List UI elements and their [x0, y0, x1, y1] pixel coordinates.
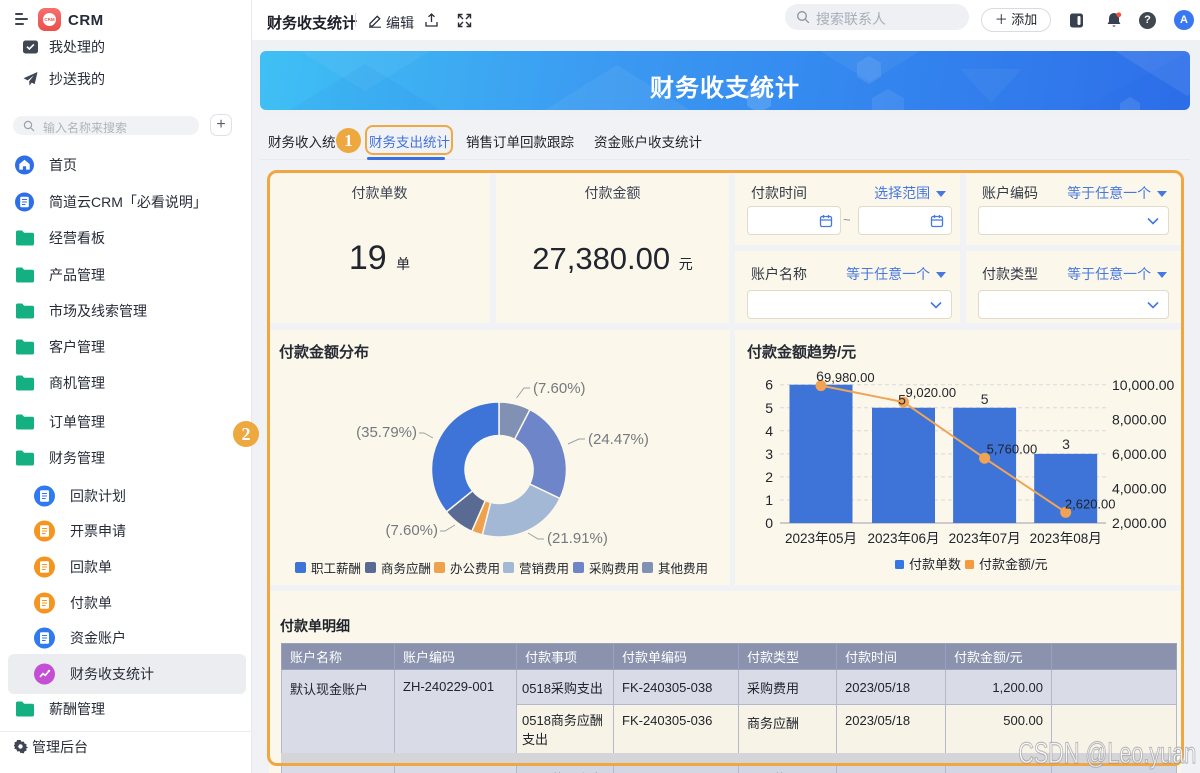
svg-text:(21.91%): (21.91%): [547, 530, 608, 547]
svg-text:6,000.00: 6,000.00: [1112, 446, 1167, 462]
svg-text:6: 6: [765, 377, 773, 393]
svg-text:2023年07月: 2023年07月: [949, 531, 1021, 546]
svg-text:6: 6: [816, 368, 824, 384]
svg-text:4,000.00: 4,000.00: [1112, 481, 1167, 497]
svg-text:3: 3: [765, 446, 773, 462]
svg-text:其他费用: 其他费用: [658, 562, 708, 576]
svg-text:5: 5: [765, 400, 773, 416]
svg-text:付款单数: 付款单数: [909, 557, 961, 572]
svg-text:2023年05月: 2023年05月: [785, 531, 857, 546]
svg-text:2023年06月: 2023年06月: [867, 531, 939, 546]
svg-text:10,000.00: 10,000.00: [1112, 377, 1174, 393]
svg-text:2: 2: [765, 469, 773, 485]
svg-text:商务应酬: 商务应酬: [381, 561, 431, 576]
svg-text:付款金额/元: 付款金额/元: [979, 557, 1048, 572]
svg-text:4: 4: [765, 423, 773, 439]
svg-text:9,020.00: 9,020.00: [906, 385, 957, 400]
svg-text:营销费用: 营销费用: [519, 562, 569, 576]
svg-text:9,980.00: 9,980.00: [824, 370, 875, 385]
svg-text:1: 1: [765, 492, 773, 508]
svg-text:8,000.00: 8,000.00: [1112, 412, 1167, 428]
svg-text:(35.79%): (35.79%): [356, 424, 417, 441]
svg-text:2,620.00: 2,620.00: [1065, 497, 1116, 512]
svg-text:办公费用: 办公费用: [450, 561, 500, 576]
svg-text:5,760.00: 5,760.00: [987, 442, 1038, 457]
svg-text:2023年08月: 2023年08月: [1030, 531, 1102, 546]
svg-text:(7.60%): (7.60%): [385, 522, 438, 539]
svg-text:5: 5: [981, 391, 989, 407]
svg-text:0: 0: [765, 515, 773, 531]
svg-text:(24.47%): (24.47%): [588, 431, 649, 448]
svg-text:职工薪酬: 职工薪酬: [311, 562, 361, 576]
svg-text:3: 3: [1062, 436, 1070, 452]
svg-text:2,000.00: 2,000.00: [1112, 515, 1167, 531]
svg-text:(7.60%): (7.60%): [533, 380, 586, 397]
svg-text:采购费用: 采购费用: [589, 561, 639, 576]
